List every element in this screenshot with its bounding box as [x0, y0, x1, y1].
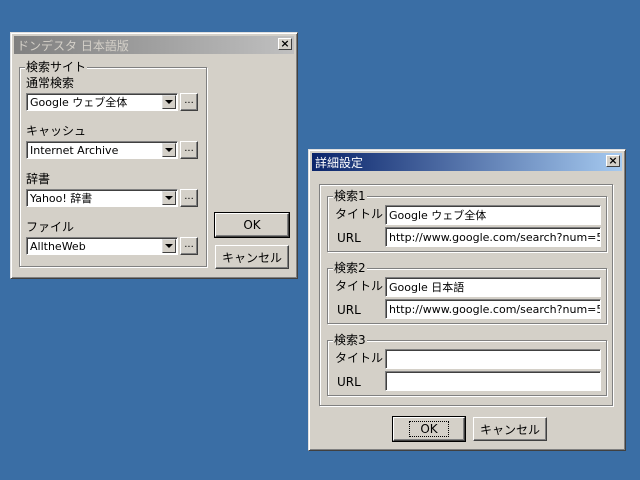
search3-group-label: 検索3: [333, 333, 367, 347]
main-ok-button-label: OK: [243, 218, 261, 232]
search3-title-input[interactable]: [385, 349, 601, 369]
dropdown-arrow-icon[interactable]: [162, 191, 176, 205]
search1-title-input[interactable]: Google ウェブ全体: [385, 205, 601, 225]
file-browse-button[interactable]: ...: [180, 237, 198, 255]
search2-title-input[interactable]: Google 日本語: [385, 277, 601, 297]
search3-url-input[interactable]: [385, 371, 601, 391]
normal-search-combo[interactable]: Google ウェブ全体: [26, 93, 178, 111]
search1-url-label: URL: [337, 231, 361, 245]
close-icon: ×: [608, 154, 618, 167]
detail-cancel-button-label: キャンセル: [479, 422, 540, 437]
cache-label: キャッシュ: [26, 124, 87, 138]
search1-url-input[interactable]: http://www.google.com/search?num=50&h: [385, 227, 601, 247]
search3-title-label: タイトル: [335, 351, 384, 365]
normal-search-combo-value: Google ウェブ全体: [30, 96, 128, 109]
dropdown-arrow-icon[interactable]: [162, 95, 176, 109]
file-combo-value: AlltheWeb: [30, 240, 86, 253]
detail-ok-button[interactable]: OK: [392, 416, 466, 442]
dropdown-arrow-icon[interactable]: [162, 239, 176, 253]
main-cancel-button-label: キャンセル: [221, 250, 282, 265]
search-sites-group-label: 検索サイト: [25, 60, 88, 74]
search1-title-value: Google ウェブ全体: [389, 209, 487, 222]
search2-url-value: http://www.google.com/search?num=50&h: [389, 303, 600, 316]
detail-ok-button-label: OK: [409, 421, 449, 437]
detail-dialog-close-button[interactable]: ×: [606, 155, 620, 167]
file-combo[interactable]: AlltheWeb: [26, 237, 178, 255]
detail-cancel-button[interactable]: キャンセル: [473, 417, 547, 441]
search1-url-value: http://www.google.com/search?num=50&h: [389, 231, 600, 244]
detail-dialog: 詳細設定 × 検索1 タイトル Google ウェブ全体 URL http://…: [308, 149, 626, 451]
search2-group-label: 検索2: [333, 261, 367, 275]
dictionary-combo-value: Yahoo! 辞書: [30, 192, 93, 205]
main-cancel-button[interactable]: キャンセル: [215, 245, 289, 269]
main-ok-button[interactable]: OK: [214, 212, 290, 238]
search1-group-label: 検索1: [333, 189, 367, 203]
file-label: ファイル: [26, 220, 75, 234]
normal-search-browse-button[interactable]: ...: [180, 93, 198, 111]
main-dialog-title: ドンデスタ 日本語版: [17, 38, 129, 53]
search1-title-label: タイトル: [335, 207, 384, 221]
dropdown-arrow-icon[interactable]: [162, 143, 176, 157]
cache-browse-button[interactable]: ...: [180, 141, 198, 159]
search2-title-value: Google 日本語: [389, 281, 465, 294]
search3-url-label: URL: [337, 375, 361, 389]
cache-combo-value: Internet Archive: [30, 144, 119, 157]
dictionary-label: 辞書: [26, 172, 51, 186]
search2-url-input[interactable]: http://www.google.com/search?num=50&h: [385, 299, 601, 319]
detail-dialog-title: 詳細設定: [315, 155, 364, 170]
detail-dialog-titlebar[interactable]: 詳細設定 ×: [312, 153, 622, 171]
normal-search-label: 通常検索: [26, 76, 75, 90]
search2-url-label: URL: [337, 303, 361, 317]
close-icon: ×: [280, 37, 290, 50]
cache-combo[interactable]: Internet Archive: [26, 141, 178, 159]
main-dialog-titlebar[interactable]: ドンデスタ 日本語版 ×: [14, 36, 294, 54]
main-dialog: ドンデスタ 日本語版 × 検索サイト 通常検索 Google ウェブ全体 ...…: [10, 32, 298, 279]
main-dialog-close-button[interactable]: ×: [278, 38, 292, 50]
dictionary-browse-button[interactable]: ...: [180, 189, 198, 207]
search2-title-label: タイトル: [335, 279, 384, 293]
dictionary-combo[interactable]: Yahoo! 辞書: [26, 189, 178, 207]
